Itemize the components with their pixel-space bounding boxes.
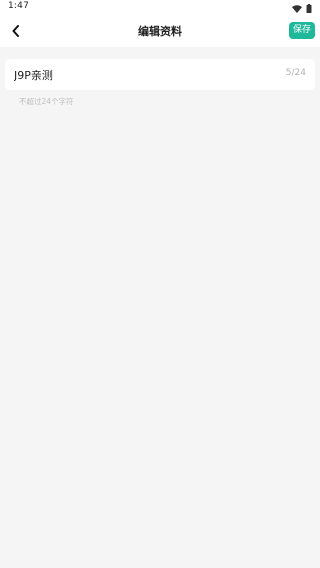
hint-text: 不超过24个字符 (19, 97, 74, 106)
status-icons (292, 2, 312, 13)
status-time: 1:47 (8, 1, 30, 11)
edit-profile-screen: 1:47 编辑资料 保存 J9P亲测 5/24 不超过24个字符 (0, 0, 320, 568)
header: 编辑资料 保存 (0, 14, 320, 47)
nickname-input[interactable] (14, 66, 244, 83)
name-card: 5/24 (5, 59, 315, 90)
status-bar: 1:47 (0, 0, 320, 14)
save-button[interactable]: 保存 (289, 22, 315, 39)
char-counter: 5/24 (285, 68, 306, 78)
page-title: 编辑资料 (138, 25, 182, 38)
